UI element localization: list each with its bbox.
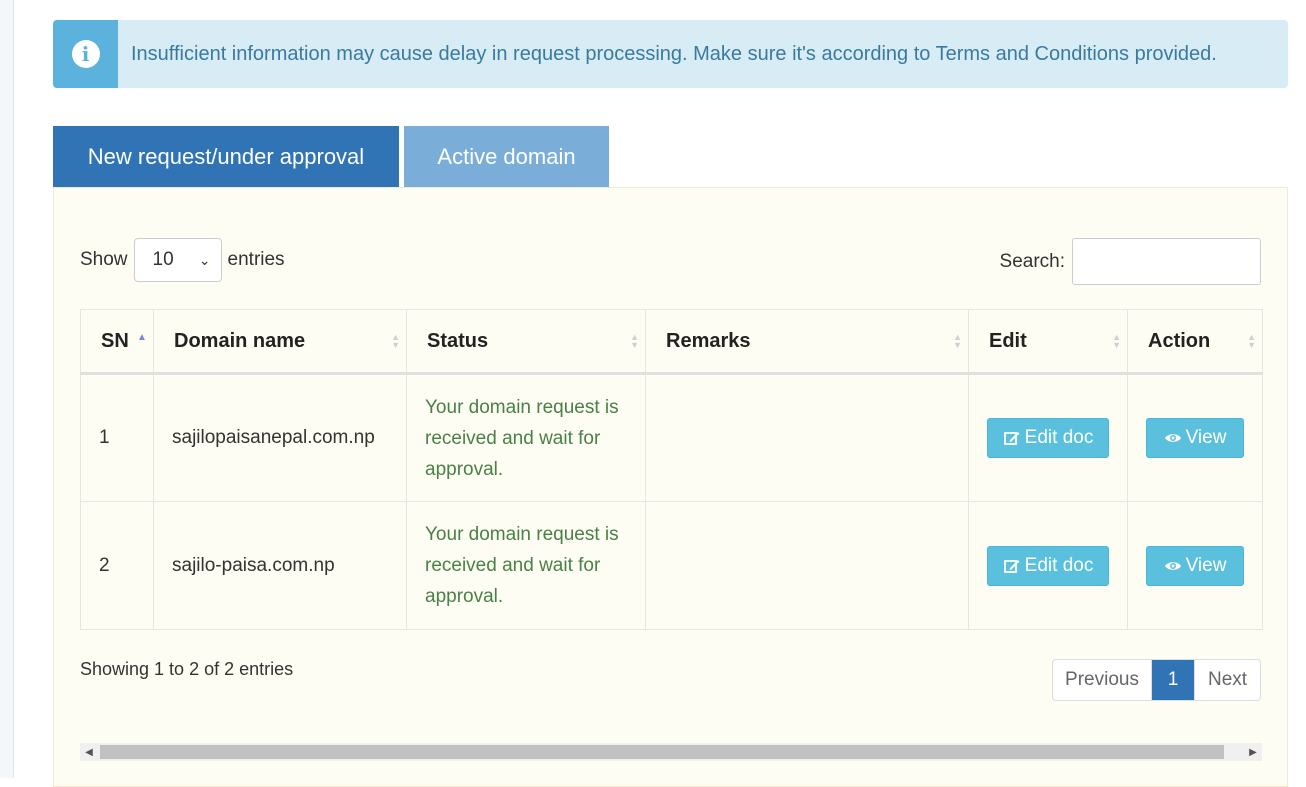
table-row: 1 sajilopaisanepal.com.np Your domain re…	[80, 373, 1263, 502]
cell-domain: sajilopaisanepal.com.np	[153, 373, 407, 502]
cell-action: View	[1127, 373, 1263, 502]
cell-edit: Edit doc	[968, 373, 1128, 502]
column-header-action[interactable]: Action ▲ ▼	[1127, 309, 1263, 375]
scroll-right-icon[interactable]: ▶	[1244, 743, 1262, 761]
info-circle-icon: i	[71, 40, 100, 68]
length-control: Show 10 ⌄ entries	[80, 238, 285, 282]
cell-remarks	[645, 373, 969, 502]
status-text: Your domain request is received and wait…	[425, 396, 619, 480]
cell-status: Your domain request is received and wait…	[406, 373, 646, 502]
scrollbar-thumb[interactable]	[100, 745, 1224, 759]
alert-icon-box: i	[53, 20, 118, 88]
cell-remarks	[645, 501, 969, 630]
column-header-domain[interactable]: Domain name ▲ ▼	[153, 309, 407, 375]
sort-icon: ▲ ▼	[1112, 332, 1121, 350]
cell-sn: 1	[80, 373, 154, 502]
sort-icon: ▲ ▼	[1247, 332, 1256, 350]
column-header-status[interactable]: Status ▲ ▼	[406, 309, 646, 375]
cell-sn: 2	[80, 501, 154, 630]
table-row: 2 sajilo-paisa.com.np Your domain reques…	[80, 501, 1263, 630]
table-info: Showing 1 to 2 of 2 entries	[80, 659, 294, 679]
sort-icon: ▲ ▼	[391, 332, 400, 350]
status-text: Your domain request is received and wait…	[425, 524, 619, 607]
tab-active-domain[interactable]: Active domain	[404, 126, 609, 188]
column-header-sn[interactable]: SN ▲	[80, 309, 154, 375]
horizontal-scrollbar[interactable]: ◀ ▶	[80, 743, 1262, 761]
sort-icon: ▲ ▼	[953, 332, 962, 350]
sort-asc-icon: ▲	[137, 332, 147, 343]
tab-panel: Show 10 ⌄ entries Search: SN ▲ Domain nam…	[53, 187, 1288, 787]
pagination: Previous 1 Next	[1052, 659, 1261, 701]
eye-icon	[1164, 561, 1181, 570]
info-alert: i Insufficient information may cause del…	[53, 20, 1288, 88]
edit-doc-button[interactable]: Edit doc	[987, 418, 1109, 458]
cell-action: View	[1127, 501, 1263, 630]
cell-domain: sajilo-paisa.com.np	[153, 501, 407, 630]
domain-request-table: SN ▲ Domain name ▲ ▼ Status ▲ ▼ Remarks ▲ ▼ Edi…	[80, 309, 1263, 630]
alert-text: Insufficient information may cause delay…	[131, 42, 1217, 65]
scroll-left-icon[interactable]: ◀	[80, 743, 98, 761]
column-header-remarks[interactable]: Remarks ▲ ▼	[645, 309, 969, 375]
show-label: Show	[80, 249, 128, 270]
chevron-down-icon: ⌄	[198, 251, 211, 268]
search-control: Search:	[1000, 238, 1261, 285]
page-1-button[interactable]: 1	[1152, 660, 1194, 700]
search-input[interactable]	[1072, 238, 1261, 285]
search-label: Search:	[999, 250, 1065, 272]
entries-label: entries	[227, 249, 285, 270]
next-button[interactable]: Next	[1194, 660, 1260, 700]
view-button[interactable]: View	[1146, 545, 1244, 586]
eye-icon	[1164, 434, 1181, 442]
cell-status: Your domain request is received and wait…	[406, 501, 646, 630]
edit-icon	[1003, 559, 1020, 573]
left-rail	[0, 0, 14, 778]
column-header-edit[interactable]: Edit ▲ ▼	[968, 309, 1128, 375]
sort-icon: ▲ ▼	[630, 332, 639, 350]
tab-new-request[interactable]: New request/under approval	[53, 126, 399, 188]
tab-bar: New request/under approval Active domain	[53, 126, 609, 188]
cell-edit: Edit doc	[968, 501, 1128, 630]
previous-button[interactable]: Previous	[1053, 660, 1152, 700]
edit-icon	[1003, 432, 1020, 445]
entries-select-value: 10	[152, 249, 174, 270]
table-header-row: SN ▲ Domain name ▲ ▼ Status ▲ ▼ Remarks ▲ ▼ Edi…	[80, 309, 1263, 375]
view-button[interactable]: View	[1146, 418, 1244, 458]
entries-select[interactable]: 10 ⌄	[133, 238, 222, 282]
edit-doc-button[interactable]: Edit doc	[987, 545, 1109, 586]
